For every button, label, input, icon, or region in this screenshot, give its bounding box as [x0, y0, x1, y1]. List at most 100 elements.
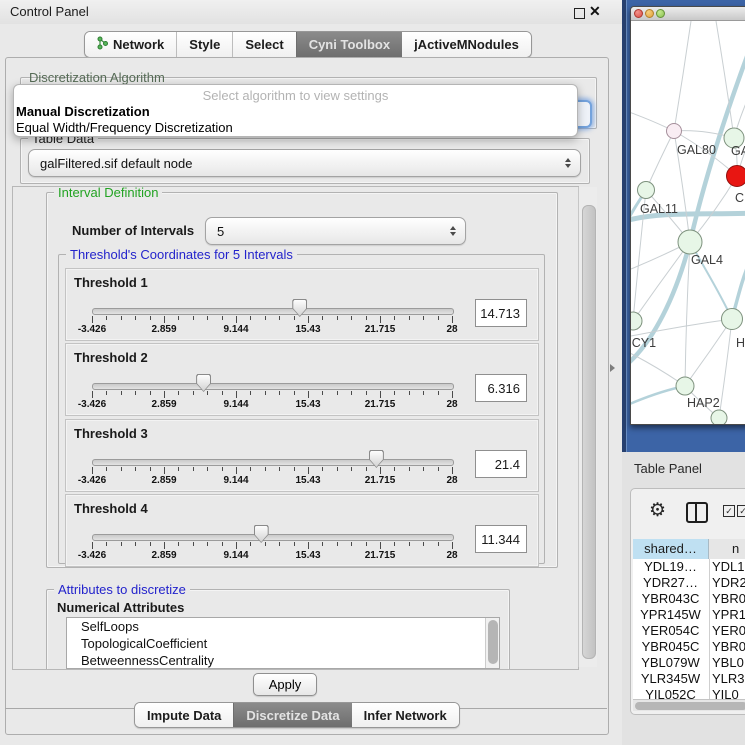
network-window-titlebar[interactable]	[631, 7, 745, 21]
columns-icon[interactable]	[686, 502, 708, 523]
attribute-item[interactable]: TopologicalCoefficient	[67, 635, 499, 652]
threshold-3-slider-track[interactable]	[92, 459, 454, 466]
close-panel-icon[interactable]: ✕	[589, 3, 601, 20]
zoom-traffic-light[interactable]	[656, 9, 665, 18]
bottom-tab-label: Impute Data	[147, 708, 221, 723]
threshold-2-slider-track[interactable]	[92, 383, 454, 390]
table-horizontal-scrollbar[interactable]	[633, 699, 745, 711]
network-edge[interactable]	[631, 351, 685, 386]
close-traffic-light[interactable]	[634, 9, 643, 18]
table-panel-title: Table Panel	[634, 461, 702, 476]
node-gal80[interactable]	[667, 124, 682, 139]
settings-scroll-viewport: Interval Definition Number of Intervals …	[12, 186, 579, 670]
table-data-combobox[interactable]: galFiltered.sif default node	[28, 149, 581, 177]
minor-tick	[121, 391, 122, 395]
node-selected-red[interactable]	[727, 166, 745, 187]
cell-name: YDL1	[712, 559, 745, 575]
network-edge[interactable]	[631, 319, 732, 337]
table-row[interactable]: YBR045CYBR0	[633, 639, 745, 655]
attribute-items: SelfLoopsTopologicalCoefficientBetweenne…	[67, 618, 499, 669]
major-tick	[452, 391, 453, 398]
major-tick	[92, 391, 93, 398]
node-bottom[interactable]	[711, 410, 727, 424]
table-row[interactable]: YBR043CYBR0	[633, 591, 745, 607]
node-label-gal80: GAL80	[677, 143, 716, 157]
float-window-icon[interactable]	[574, 8, 585, 19]
threshold-4-slider-track[interactable]	[92, 534, 454, 541]
tick-label: 2.859	[151, 550, 176, 561]
node-h[interactable]	[722, 309, 743, 330]
bottom-tab-infer-network[interactable]: Infer Network	[352, 703, 459, 727]
table-row[interactable]: YER054CYER0	[633, 623, 745, 639]
node-label-h: H	[736, 336, 745, 350]
cell-name: YIL0	[712, 687, 739, 699]
attributes-list-scrollbar[interactable]	[485, 618, 499, 668]
tab-style[interactable]: Style	[176, 32, 232, 57]
minor-tick	[135, 542, 136, 546]
threshold-4-value-field[interactable]: 11.344	[475, 525, 527, 553]
minor-tick	[178, 467, 179, 471]
network-edge[interactable]	[646, 131, 674, 190]
apply-button[interactable]: Apply	[253, 673, 317, 696]
node-gal11[interactable]	[638, 182, 655, 199]
table-row[interactable]: YPR145WYPR1	[633, 607, 745, 623]
attribute-item[interactable]: BetweennessCentrality	[67, 652, 499, 669]
gear-icon[interactable]: ⚙	[649, 501, 666, 520]
node-gcy1[interactable]	[631, 312, 642, 330]
splitter-arrow-icon[interactable]	[610, 364, 615, 372]
column-header-shared-name[interactable]: shared…	[633, 539, 709, 559]
minor-tick	[250, 391, 251, 395]
threshold-2-value-field[interactable]: 6.316	[475, 374, 527, 402]
table-row[interactable]: YLR345WYLR3	[633, 671, 745, 687]
minor-tick	[351, 542, 352, 546]
network-window[interactable]: GAL80GACGAL11GAL4GCY1HHAP2	[630, 6, 745, 425]
network-edge[interactable]	[633, 242, 690, 321]
algorithm-option-equal-width[interactable]: Equal Width/Frequency Discretization	[16, 120, 233, 135]
number-of-intervals-combobox[interactable]: 5	[205, 217, 466, 245]
minor-tick	[250, 542, 251, 546]
table-row[interactable]: YDR27…YDR2	[633, 575, 745, 591]
node-hap2[interactable]	[676, 377, 694, 395]
bottom-tab-discretize-data[interactable]: Discretize Data	[233, 703, 351, 727]
network-canvas[interactable]: GAL80GACGAL11GAL4GCY1HHAP2	[631, 21, 745, 424]
checkbox-icon[interactable]: ✓	[723, 505, 735, 517]
tick-label: -3.426	[78, 399, 106, 410]
minimize-traffic-light[interactable]	[645, 9, 654, 18]
major-tick	[236, 391, 237, 398]
tab-cyni-toolbox[interactable]: Cyni Toolbox	[296, 32, 402, 57]
cell-name: YPR1	[712, 607, 745, 623]
minor-tick	[438, 467, 439, 471]
table-row[interactable]: YBL079WYBL0	[633, 655, 745, 671]
panel-scrollbar-thumb[interactable]	[582, 205, 596, 659]
table-data-selected-value: galFiltered.sif default node	[29, 156, 192, 171]
checkbox-icon[interactable]: ✓	[737, 505, 745, 517]
tab-network[interactable]: Network	[85, 32, 176, 57]
minor-tick	[207, 316, 208, 320]
tab-label: Network	[113, 37, 164, 52]
panel-vertical-scrollbar[interactable]	[578, 187, 597, 667]
node-gal4[interactable]	[678, 230, 702, 254]
threshold-1-slider-track[interactable]	[92, 308, 454, 315]
network-edge[interactable]	[719, 319, 732, 418]
major-tick	[308, 316, 309, 323]
column-header-name[interactable]: n	[709, 539, 745, 559]
algorithm-option-manual[interactable]: Manual Discretization	[16, 104, 150, 119]
bottom-tab-impute-data[interactable]: Impute Data	[135, 703, 233, 727]
table-row[interactable]: YDL19…YDL1	[633, 559, 745, 575]
attributes-scrollbar-thumb[interactable]	[488, 620, 498, 664]
control-panel-titlebar: Control Panel ✕	[0, 0, 622, 24]
table-row[interactable]: YIL052CYIL0	[633, 687, 745, 699]
node-table[interactable]: shared… n YDL19…YDL1YDR27…YDR2YBR043CYBR…	[633, 539, 745, 699]
threshold-3-value-field[interactable]: 21.4	[475, 450, 527, 478]
tab-jactivemnodules[interactable]: jActiveMNodules	[402, 32, 531, 57]
minor-tick	[178, 391, 179, 395]
tab-select[interactable]: Select	[232, 32, 295, 57]
attribute-item[interactable]: SelfLoops	[67, 618, 499, 635]
minor-tick	[294, 316, 295, 320]
network-edge[interactable]	[674, 21, 691, 131]
numerical-attributes-list[interactable]: SelfLoopsTopologicalCoefficientBetweenne…	[66, 617, 500, 669]
threshold-2-box: Threshold 2-3.4262.8599.14415.4321.71528…	[65, 343, 539, 416]
tick-label: 28	[446, 324, 457, 335]
table-scrollbar-thumb[interactable]	[635, 702, 745, 710]
threshold-1-value-field[interactable]: 14.713	[475, 299, 527, 327]
